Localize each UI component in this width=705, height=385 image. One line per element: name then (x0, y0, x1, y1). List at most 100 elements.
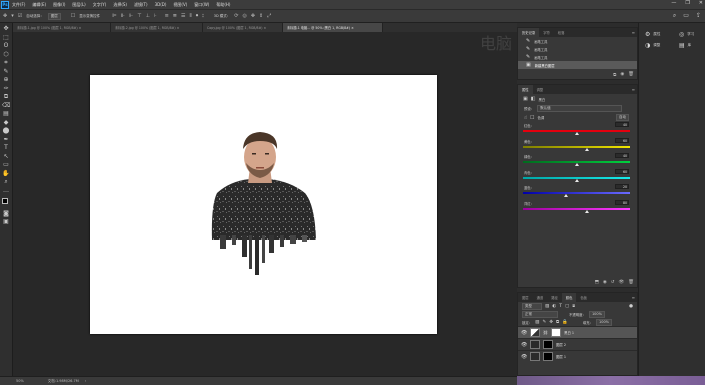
tab-history[interactable]: 历史记录 (518, 28, 540, 37)
slider-reds[interactable]: 红色： 40 (518, 122, 637, 138)
minimize-button[interactable]: — (671, 0, 676, 6)
panel-menu-icon[interactable]: ≡ (632, 85, 637, 94)
menu-filter[interactable]: 滤镜(T) (134, 2, 148, 8)
distribute-top-icon[interactable]: ≡ (165, 13, 169, 19)
menu-window[interactable]: 窗口(W) (194, 2, 209, 8)
menu-file[interactable]: 文件(F) (12, 2, 25, 8)
color-swatches[interactable] (1, 198, 11, 208)
healing-tool-icon[interactable]: ⊕ (2, 77, 10, 83)
distribute-right-icon[interactable]: ⦂ (202, 13, 204, 19)
opacity-input[interactable]: 100% (588, 310, 605, 318)
tab-character[interactable]: 字符 (539, 28, 554, 37)
quick-mask-icon[interactable]: ◙ (2, 210, 10, 217)
adjustments-dock-button[interactable]: ◑ 调整 (639, 40, 669, 51)
menu-type[interactable]: 文字(Y) (93, 2, 107, 8)
preset-select[interactable]: 默认值 (537, 105, 623, 112)
layer-filter-select[interactable]: 类型 (522, 302, 542, 310)
mask-icon[interactable]: ◧ (531, 96, 536, 102)
lock-all-icon[interactable]: 🔒 (562, 320, 568, 325)
filter-adjust-icon[interactable]: ◐ (552, 304, 556, 309)
distribute-middle-icon[interactable]: ≣ (173, 13, 177, 19)
slider-thumb[interactable] (585, 147, 590, 151)
slider-track[interactable] (523, 192, 630, 194)
tab-paragraph[interactable]: 段落 (554, 28, 569, 37)
slider-value-input[interactable]: 40 (615, 122, 629, 127)
slider-thumb[interactable] (574, 163, 579, 166)
shape-tool-icon[interactable]: ▭ (2, 162, 10, 168)
slider-yellows[interactable]: 黄色： 60 (518, 137, 637, 154)
eyedropper-tool-icon[interactable]: ✎ (2, 68, 10, 75)
align-left-icon[interactable]: ⊫ (112, 13, 116, 19)
slider-track[interactable] (523, 145, 630, 148)
tab-properties[interactable]: 属性 (518, 85, 533, 94)
menu-select[interactable]: 选择(S) (113, 2, 127, 8)
menu-image[interactable]: 图像(I) (53, 2, 65, 8)
distribute-left-icon[interactable]: ⦀ (189, 13, 191, 19)
history-item[interactable]: ✎ 画笔工具 (518, 53, 637, 61)
slide-3d-icon[interactable]: ⇕ (259, 13, 263, 19)
slider-thumb[interactable] (585, 209, 590, 213)
layer-name[interactable]: 图层 1 (556, 354, 566, 359)
align-bottom-icon[interactable]: ⊦ (154, 13, 157, 19)
align-right-icon[interactable]: ⊩ (129, 13, 133, 19)
scale-3d-icon[interactable]: ⤢ (267, 13, 271, 19)
slider-thumb[interactable] (563, 194, 568, 197)
slider-magentas[interactable]: 洋红： 80 (518, 199, 637, 216)
layer-name[interactable]: 图层 2 (556, 342, 566, 347)
layer-mask-thumbnail[interactable] (551, 328, 562, 337)
dropdown-chevron-icon[interactable]: ▾ (11, 13, 14, 19)
visibility-icon[interactable]: 👁 (619, 280, 625, 285)
menu-help[interactable]: 帮助(H) (216, 2, 230, 8)
history-item-selected[interactable]: ▣ 新建黑白图层 (518, 61, 637, 69)
visibility-eye-icon[interactable]: 👁 (521, 330, 527, 336)
type-tool-icon[interactable]: T (2, 145, 10, 151)
eraser-tool-icon[interactable]: ⌫ (2, 102, 10, 109)
crop-tool-icon[interactable]: ⌗ (2, 60, 10, 66)
workspace-icon[interactable]: ▭ (683, 12, 689, 20)
filter-shape-icon[interactable]: ▢ (565, 304, 569, 309)
layer-row-selected[interactable]: 👁 ⛓ 黑白 1 (518, 326, 637, 338)
pen-tool-icon[interactable]: ✒ (2, 136, 10, 143)
roll-3d-icon[interactable]: ◎ (242, 13, 246, 19)
filter-pixel-icon[interactable]: ▨ (545, 304, 549, 309)
tab-channels[interactable]: 通道 (533, 293, 548, 302)
tab-adjustments[interactable]: 调整 (533, 85, 548, 94)
menu-view[interactable]: 视图(V) (173, 2, 187, 8)
document-canvas[interactable] (90, 75, 437, 334)
layer-row[interactable]: 👁 图层 2 (518, 338, 637, 350)
share-icon[interactable]: ⇪ (696, 12, 701, 20)
snapshot-icon[interactable]: ◉ (620, 72, 624, 78)
blend-mode-select[interactable]: 正常 (522, 310, 558, 318)
chain-icon[interactable]: ⛓ (543, 330, 548, 335)
slider-thumb[interactable] (574, 178, 579, 182)
status-arrow-icon[interactable]: › (85, 379, 86, 383)
slider-value-input[interactable]: 20 (615, 184, 629, 189)
more-tools-icon[interactable]: … (2, 187, 10, 194)
filter-type-icon[interactable]: T (559, 304, 562, 309)
lock-paint-icon[interactable]: ✎ (542, 320, 546, 325)
menu-3d[interactable]: 3D(D) (155, 2, 167, 7)
close-button[interactable]: ✕ (699, 0, 703, 6)
align-top-icon[interactable]: ⊤ (137, 13, 141, 19)
slider-value-input[interactable]: 60 (615, 137, 629, 143)
history-item[interactable]: ✎ 画笔工具 (518, 45, 637, 53)
slider-greens[interactable]: 绿色： 40 (518, 153, 637, 169)
slider-thumb[interactable] (574, 132, 579, 135)
brush-tool-icon[interactable]: ✑ (2, 85, 10, 92)
path-select-tool-icon[interactable]: ↖ (2, 153, 10, 160)
filter-smart-icon[interactable]: ⧈ (572, 303, 575, 309)
doc-tab-active[interactable]: 未标题-1 电脑... @ 50% (黑白 1, RGB/8#) × (283, 23, 383, 32)
quick-select-tool-icon[interactable]: ⬡ (2, 51, 10, 58)
panel-menu-icon[interactable]: ≡ (632, 28, 637, 37)
blur-tool-icon[interactable]: ◆ (2, 119, 10, 126)
marquee-tool-icon[interactable]: ⬚ (2, 34, 10, 41)
zoom-level[interactable]: 50% (16, 379, 24, 383)
filter-toggle-icon[interactable]: ● (629, 304, 633, 309)
slider-blues[interactable]: 蓝色： 20 (518, 184, 637, 200)
zoom-tool-icon[interactable]: ⌕ (2, 179, 10, 185)
libraries-dock-button[interactable]: ▤ 库 (677, 40, 705, 51)
slider-value-input[interactable]: 40 (615, 153, 629, 158)
doc-tab[interactable]: 未标题-1.jpg @ 100% (图层 1, RGB/8#) × (13, 23, 111, 32)
search-icon[interactable]: ⌕ (673, 12, 676, 20)
tab-swatches[interactable]: 色板 (576, 293, 591, 302)
